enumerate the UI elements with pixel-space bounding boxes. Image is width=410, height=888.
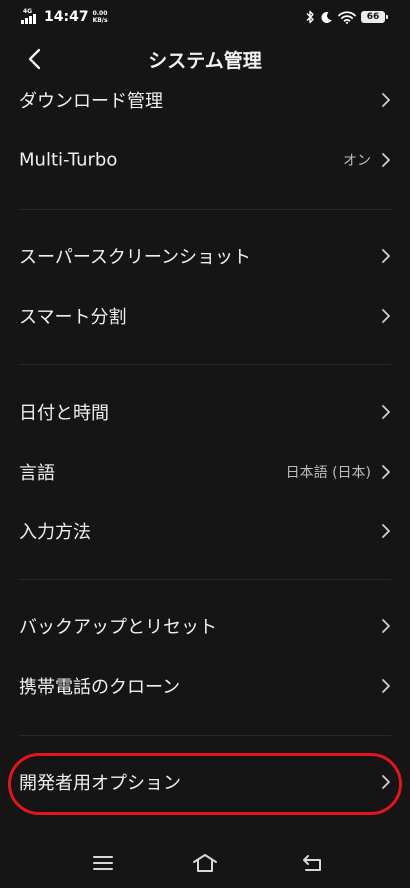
chevron-right-icon	[382, 619, 390, 633]
setting-value: オン	[343, 153, 371, 169]
chevron-right-icon	[382, 249, 390, 263]
chevron-right-icon	[382, 153, 390, 167]
chevron-right-icon	[382, 679, 390, 693]
section-divider	[19, 364, 391, 365]
setting-label: スマート分割	[19, 307, 127, 328]
section-divider	[19, 209, 391, 210]
setting-backup-reset[interactable]: バックアップとリセット	[0, 598, 410, 654]
setting-label: バックアップとリセット	[19, 617, 217, 638]
setting-label: 携帯電話のクローン	[19, 677, 181, 698]
setting-multi-turbo[interactable]: Multi-Turbo オン	[0, 132, 410, 188]
setting-label: ダウンロード管理	[19, 91, 163, 112]
do-not-disturb-moon-icon	[321, 11, 332, 23]
status-left: 4G 14:47 0.00 KB/s	[20, 7, 108, 27]
menu-icon[interactable]	[90, 852, 116, 874]
status-right: 66	[305, 7, 388, 27]
setting-date-time[interactable]: 日付と時間	[0, 384, 410, 440]
setting-input-method[interactable]: 入力方法	[0, 503, 410, 559]
setting-phone-clone[interactable]: 携帯電話のクローン	[0, 658, 410, 714]
network-speed: 0.00 KB/s	[93, 10, 108, 24]
chevron-right-icon	[382, 309, 390, 323]
setting-label: 言語	[19, 463, 55, 484]
setting-label: 開発者用オプション	[19, 773, 181, 794]
chevron-right-icon	[382, 775, 390, 789]
status-bar: 4G 14:47 0.00 KB/s 66	[0, 0, 410, 34]
network-speed-unit: KB/s	[92, 17, 108, 24]
network-speed-value: 0.00	[92, 10, 108, 17]
navigation-bar	[0, 842, 410, 888]
section-divider	[19, 579, 391, 580]
return-icon[interactable]	[300, 852, 326, 874]
chevron-right-icon	[382, 405, 390, 419]
setting-language[interactable]: 言語 日本語 (日本)	[0, 444, 410, 500]
wifi-icon	[338, 10, 356, 24]
setting-label: 日付と時間	[19, 403, 109, 424]
bluetooth-icon	[306, 10, 314, 24]
section-divider	[19, 735, 391, 736]
setting-super-screenshot[interactable]: スーパースクリーンショット	[0, 228, 410, 284]
cellular-signal-icon: 4G	[20, 8, 38, 25]
setting-download-manager[interactable]: ダウンロード管理	[0, 72, 410, 128]
setting-label: Multi-Turbo	[19, 149, 118, 171]
clock: 14:47	[44, 9, 89, 25]
setting-smart-split[interactable]: スマート分割	[0, 288, 410, 344]
page-title: システム管理	[148, 50, 262, 72]
setting-value: 日本語 (日本)	[285, 465, 371, 481]
setting-label: スーパースクリーンショット	[19, 247, 252, 268]
chevron-right-icon	[382, 524, 390, 538]
home-icon[interactable]	[192, 852, 218, 874]
chevron-right-icon	[382, 465, 390, 479]
chevron-right-icon	[382, 93, 390, 107]
battery-icon: 66	[361, 11, 388, 23]
setting-developer-options[interactable]: 開発者用オプション	[0, 754, 410, 810]
setting-label: 入力方法	[19, 522, 91, 543]
